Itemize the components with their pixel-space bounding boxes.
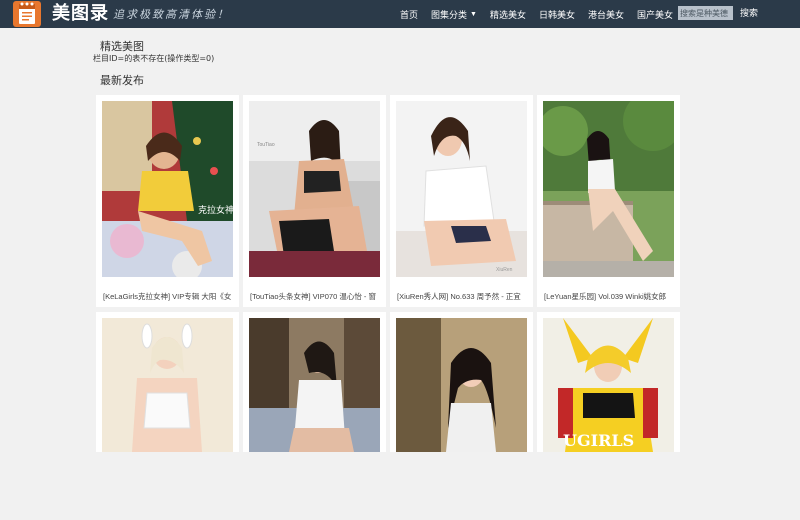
nav-item-home[interactable]: 首页: [400, 8, 418, 21]
nav-label: 图集分类: [431, 9, 468, 20]
nav-label: 日韩美女: [538, 9, 575, 20]
gallery-card[interactable]: [390, 312, 533, 452]
gallery-thumbnail[interactable]: XiuRen: [396, 101, 527, 277]
notepad-icon[interactable]: [13, 1, 41, 27]
main-nav: 首页 图集分类 ▼ 精选美女 日韩美女 港台美女 国产美女: [400, 0, 686, 28]
gallery-thumbnail[interactable]: [543, 101, 674, 277]
gallery-card[interactable]: [LeYuan星乐园] Vol.039 Winki姚女郎: [537, 95, 680, 307]
svg-text:UGIRLS: UGIRLS: [563, 431, 634, 450]
nav-label: 精选美女: [489, 9, 526, 20]
nav-item-domestic[interactable]: 国产美女: [637, 8, 673, 21]
nav-item-categories[interactable]: 图集分类 ▼: [431, 8, 477, 21]
gallery-caption[interactable]: [LeYuan星乐园] Vol.039 Winki姚女郎: [544, 291, 674, 303]
gallery-caption[interactable]: [397, 508, 527, 520]
gallery-caption[interactable]: [544, 508, 674, 520]
gallery-card[interactable]: [96, 312, 239, 452]
gallery-thumbnail[interactable]: [102, 318, 233, 452]
gallery-caption[interactable]: [TouTiao头条女神] VIP070 温心怡 - 窗: [250, 291, 380, 303]
gallery-caption[interactable]: [XiuRen秀人网] No.633 周予然 - 正宜: [397, 291, 527, 303]
gallery-thumbnail[interactable]: TouTiao: [249, 101, 380, 277]
svg-text:XiuRen: XiuRen: [496, 267, 513, 273]
gallery-thumbnail[interactable]: UGIRLS: [543, 318, 674, 452]
gallery-thumbnail[interactable]: [396, 318, 527, 452]
nav-label: 首页: [400, 9, 419, 20]
caret-down-icon: ▼: [470, 10, 477, 18]
gallery-card[interactable]: UGIRLS: [537, 312, 680, 452]
gallery-card[interactable]: [243, 312, 386, 452]
nav-item-featured[interactable]: 精选美女: [490, 8, 526, 21]
site-title[interactable]: 美图录: [52, 3, 109, 25]
gallery-caption[interactable]: [KeLaGirls克拉女神] VIP专辑 大阳《女: [103, 291, 233, 303]
gallery-card[interactable]: TouTiao [TouTiao头条女神] VIP070 温心怡 - 窗: [243, 95, 386, 307]
gallery-caption[interactable]: [103, 508, 233, 520]
latest-section-title: 最新发布: [100, 74, 144, 87]
svg-text:TouTiao: TouTiao: [257, 142, 275, 148]
gallery-thumbnail[interactable]: 克拉女神: [102, 101, 233, 277]
top-navbar: 美图录 追求极致高清体验！ 首页 图集分类 ▼ 精选美女 日韩美女 港台美女 国产…: [0, 0, 800, 28]
nav-label: 国产美女: [637, 9, 674, 20]
nav-item-japan-korea[interactable]: 日韩美女: [539, 8, 575, 21]
site-slogan: 追求极致高清体验！: [113, 8, 230, 21]
nav-item-hk-tw[interactable]: 港台美女: [588, 8, 624, 21]
search-input[interactable]: [678, 6, 733, 20]
svg-text:克拉女神: 克拉女神: [198, 204, 233, 216]
error-notice: 栏目ID=的表不存在(操作类型=0): [93, 54, 215, 63]
search-button[interactable]: 搜索: [735, 6, 763, 20]
nav-label: 港台美女: [588, 9, 625, 20]
gallery-caption[interactable]: [250, 508, 380, 520]
gallery-card[interactable]: XiuRen [XiuRen秀人网] No.633 周予然 - 正宜: [390, 95, 533, 307]
featured-section-title: 精选美图: [100, 40, 144, 53]
gallery-thumbnail[interactable]: [249, 318, 380, 452]
gallery-card[interactable]: 克拉女神 [KeLaGirls克拉女神] VIP专辑 大阳《女: [96, 95, 239, 307]
